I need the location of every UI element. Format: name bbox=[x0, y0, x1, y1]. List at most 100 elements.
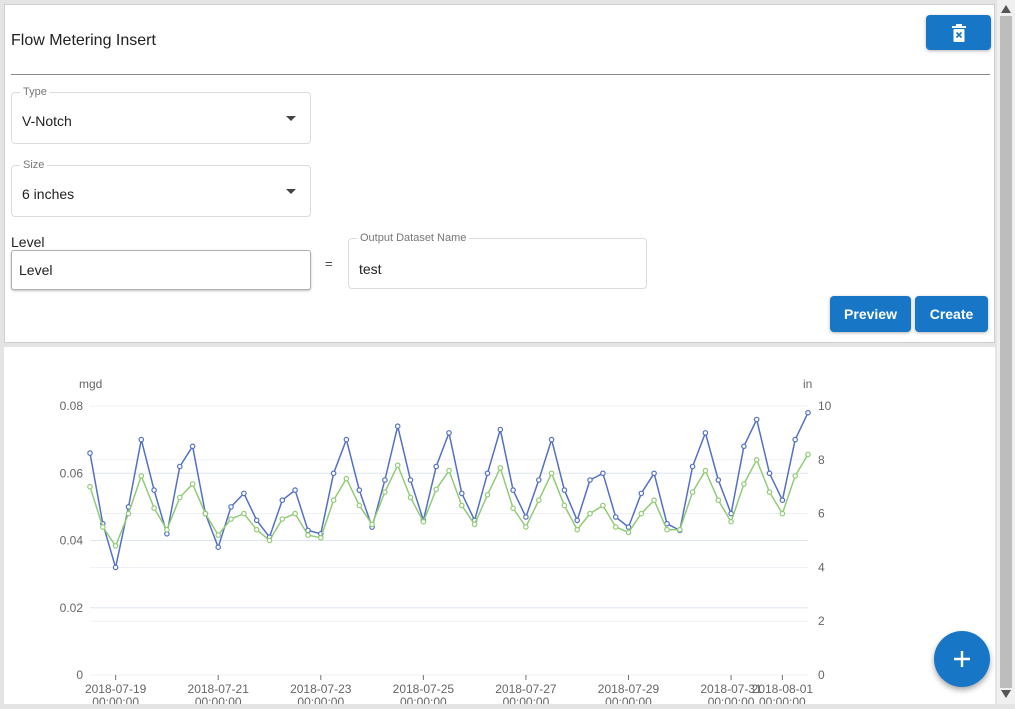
series-point-2 bbox=[612, 524, 619, 530]
level-input[interactable]: Level bbox=[11, 250, 311, 290]
series-point-1 bbox=[458, 490, 465, 497]
series-point-2 bbox=[510, 505, 516, 512]
series-point-1 bbox=[587, 477, 593, 483]
series-point-2 bbox=[792, 473, 799, 479]
series-point-2 bbox=[266, 537, 273, 544]
series-point-1 bbox=[574, 517, 581, 524]
series-point-1 bbox=[343, 436, 350, 443]
series-point-1 bbox=[638, 490, 645, 497]
series-point-1 bbox=[394, 423, 401, 430]
series-point-2 bbox=[625, 529, 632, 536]
right-axis-tick-label: 10 bbox=[818, 399, 832, 413]
size-select[interactable]: Size 6 inches bbox=[11, 159, 311, 217]
series-point-2 bbox=[766, 489, 773, 495]
series-point-2 bbox=[189, 481, 196, 487]
series-point-2 bbox=[753, 457, 760, 463]
series-point-1 bbox=[446, 430, 452, 436]
flow-level-chart: mgd in 0 0.02 0.04 0.06 0.08 0 2 4 6 8 10 2018-07… bbox=[60, 377, 832, 709]
series-point-2 bbox=[394, 462, 401, 469]
delete-button[interactable] bbox=[926, 15, 991, 50]
create-button[interactable]: Create bbox=[915, 296, 988, 332]
series-point-2 bbox=[664, 526, 670, 533]
series-point-2 bbox=[728, 518, 734, 525]
right-axis-unit: in bbox=[803, 377, 812, 391]
x-axis-tick-label: 2018-07-29 bbox=[598, 682, 660, 696]
series-point-1 bbox=[523, 514, 529, 520]
series-point-2 bbox=[382, 489, 388, 495]
series-point-1 bbox=[253, 517, 260, 524]
series-point-1 bbox=[612, 514, 619, 520]
panel-title: Flow Metering Insert bbox=[11, 32, 156, 49]
series-point-2 bbox=[433, 486, 440, 493]
series-point-1 bbox=[625, 524, 632, 530]
series-point-2 bbox=[446, 467, 452, 474]
series-point-1 bbox=[484, 470, 491, 477]
series-point-2 bbox=[151, 505, 157, 512]
x-axis-tick-time: 00:00:00 bbox=[92, 695, 139, 704]
chart-area: mgd in 0 0.02 0.04 0.06 0.08 0 2 4 6 8 10 2018-07… bbox=[4, 347, 995, 709]
x-axis-tick-label: 2018-07-21 bbox=[188, 682, 250, 696]
series-point-1 bbox=[330, 470, 337, 477]
series-point-2 bbox=[87, 483, 93, 490]
series-point-1 bbox=[510, 487, 516, 493]
series-point-1 bbox=[651, 470, 657, 477]
flow-metering-panel: Flow Metering Insert Type V-Notch Size 6… bbox=[4, 4, 995, 343]
series-point-1 bbox=[215, 544, 222, 551]
series-point-1 bbox=[138, 436, 145, 443]
series-point-1 bbox=[279, 497, 286, 504]
right-axis-tick-label: 0 bbox=[818, 668, 825, 682]
series-point-2 bbox=[330, 497, 337, 504]
series-point-1 bbox=[600, 470, 606, 477]
series-point-1 bbox=[189, 443, 196, 450]
add-button[interactable] bbox=[934, 631, 990, 687]
series-point-2 bbox=[407, 494, 414, 501]
scrollbar[interactable] bbox=[997, 0, 1015, 704]
trash-x-icon bbox=[951, 23, 966, 42]
output-value: test bbox=[359, 261, 382, 277]
series-point-2 bbox=[561, 502, 568, 509]
scroll-up-icon[interactable] bbox=[1001, 5, 1011, 13]
output-dataset-input[interactable]: Output Dataset Name test bbox=[348, 232, 647, 289]
size-value: 6 inches bbox=[22, 186, 75, 202]
series-point-2 bbox=[112, 543, 119, 549]
x-axis-tick-label: 2018-07-25 bbox=[393, 682, 455, 696]
level-value: Level bbox=[19, 262, 53, 278]
series-point-2 bbox=[369, 521, 375, 528]
series-point-2 bbox=[202, 510, 209, 517]
left-axis-tick-label: 0 bbox=[76, 668, 83, 682]
series-point-2 bbox=[292, 510, 298, 517]
left-axis-unit: mgd bbox=[79, 377, 102, 391]
series-point-2 bbox=[100, 524, 106, 530]
series-point-2 bbox=[317, 535, 324, 541]
x-axis-tick-label: 2018-08-01 bbox=[752, 682, 814, 696]
preview-button[interactable]: Preview bbox=[830, 296, 911, 332]
level-label: Level bbox=[11, 234, 45, 250]
right-axis-tick-label: 8 bbox=[818, 453, 825, 467]
type-select[interactable]: Type V-Notch bbox=[11, 86, 311, 144]
series-point-2 bbox=[676, 526, 683, 533]
series-point-1 bbox=[689, 463, 696, 470]
left-axis-tick-label: 0.04 bbox=[60, 534, 84, 548]
series-point-1 bbox=[241, 490, 247, 497]
x-axis-tick-time: 00:00:00 bbox=[759, 695, 806, 704]
scroll-down-icon[interactable] bbox=[1001, 690, 1011, 698]
series-point-2 bbox=[420, 518, 427, 525]
series-point-1 bbox=[382, 477, 388, 483]
title-divider bbox=[11, 74, 990, 75]
x-axis-tick-label: 2018-07-27 bbox=[495, 682, 557, 696]
series-point-1 bbox=[753, 416, 760, 423]
series-point-2 bbox=[548, 470, 555, 477]
x-axis-tick-label: 2018-07-19 bbox=[85, 682, 147, 696]
series-line-1 bbox=[89, 412, 809, 568]
series-point-2 bbox=[805, 451, 811, 458]
series-point-2 bbox=[458, 502, 465, 509]
series-point-1 bbox=[561, 487, 568, 493]
series-point-1 bbox=[766, 470, 773, 477]
series-point-1 bbox=[548, 436, 555, 443]
scroll-thumb[interactable] bbox=[1000, 16, 1012, 688]
series-point-2 bbox=[177, 494, 183, 501]
x-axis-tick-time: 00:00:00 bbox=[503, 695, 550, 704]
series-point-2 bbox=[138, 473, 145, 479]
left-axis-tick-label: 0.06 bbox=[60, 466, 84, 480]
equals-sign: = bbox=[325, 256, 333, 271]
